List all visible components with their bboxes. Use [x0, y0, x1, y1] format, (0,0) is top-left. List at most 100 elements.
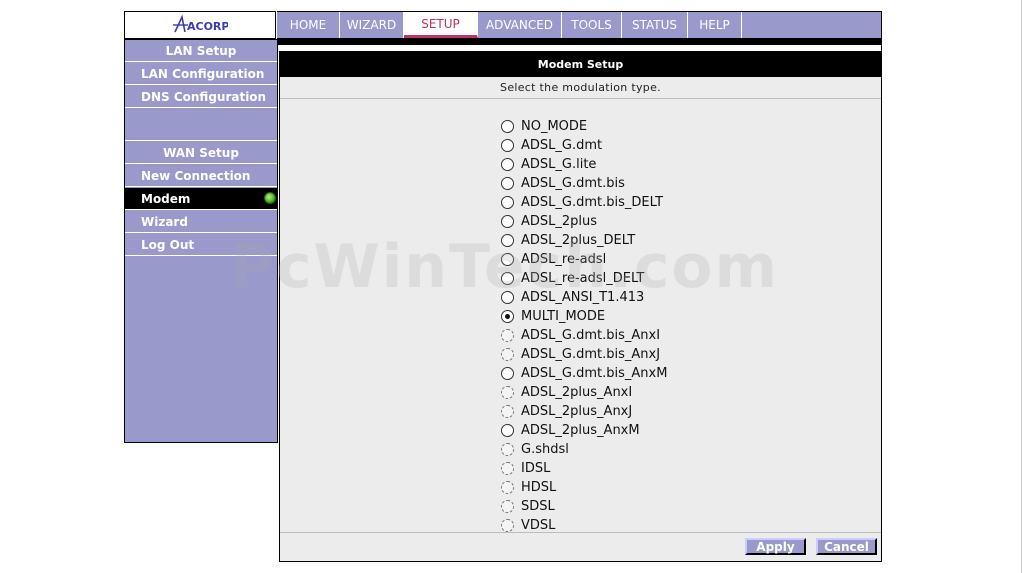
- modulation-options: NO_MODE ADSL_G.dmt ADSL_G.lite ADSL_G.dmt.b…: [501, 117, 667, 535]
- modulation-option[interactable]: ADSL_G.dmt.bis_AnxM: [501, 364, 667, 383]
- option-label: HDSL: [521, 480, 557, 495]
- option-label: ADSL_G.dmt.bis_AnxM: [521, 366, 668, 381]
- radio-button: [501, 500, 514, 513]
- modulation-option: ADSL_2plus_AnxJ: [501, 402, 667, 421]
- option-label: ADSL_2plus: [521, 214, 598, 229]
- sidebar-item-dns-configuration[interactable]: DNS Configuration: [125, 86, 277, 108]
- radio-button: [501, 519, 514, 532]
- modulation-option[interactable]: ADSL_2plus: [501, 212, 667, 231]
- modulation-option[interactable]: MULTI_MODE: [501, 307, 667, 326]
- radio-button[interactable]: [501, 139, 514, 152]
- modulation-option: ADSL_G.dmt.bis_AnxJ: [501, 345, 667, 364]
- radio-button[interactable]: [501, 177, 514, 190]
- radio-button[interactable]: [501, 234, 514, 247]
- radio-button: [501, 348, 514, 361]
- radio-button[interactable]: [501, 424, 514, 437]
- sidebar-item-lan-configuration[interactable]: LAN Configuration: [125, 63, 277, 85]
- tab-help[interactable]: HELP: [688, 12, 742, 38]
- tab-label: HOME: [289, 18, 327, 32]
- option-label: ADSL_re-adsl: [521, 252, 607, 267]
- sidebar: LAN Setup LAN Configuration DNS Configur…: [124, 39, 278, 443]
- modem-setup-panel: Modem Setup Select the modulation type. …: [279, 51, 882, 562]
- radio-button: [501, 462, 514, 475]
- modulation-option[interactable]: ADSL_G.dmt.bis: [501, 174, 667, 193]
- tab-status[interactable]: STATUS: [622, 12, 688, 38]
- modulation-option[interactable]: ADSL_ANSI_T1.413: [501, 288, 667, 307]
- option-label: ADSL_G.dmt.bis_DELT: [521, 195, 664, 210]
- tab-label: ADVANCED: [485, 18, 554, 32]
- option-label: ADSL_re-adsl_DELT: [521, 271, 645, 286]
- cancel-button[interactable]: Cancel: [816, 538, 877, 555]
- sidebar-header-lan-setup: LAN Setup: [125, 40, 277, 62]
- radio-button[interactable]: [501, 120, 514, 133]
- modulation-option: HDSL: [501, 478, 667, 497]
- modulation-option[interactable]: ADSL_G.dmt: [501, 136, 667, 155]
- option-label: SDSL: [521, 499, 555, 514]
- radio-button[interactable]: [501, 310, 514, 323]
- router-admin-frame: ACORP HOME WIZARD SETUP ADVANCED TOOLS STATUS…: [124, 11, 882, 562]
- footer-divider: [280, 532, 881, 533]
- tab-label: SETUP: [421, 16, 460, 31]
- option-label: ADSL_ANSI_T1.413: [521, 290, 645, 305]
- option-label: IDSL: [521, 461, 551, 476]
- option-label: ADSL_2plus_AnxM: [521, 423, 640, 438]
- sidebar-header-wan-setup: WAN Setup: [125, 142, 277, 164]
- modulation-option[interactable]: ADSL_G.lite: [501, 155, 667, 174]
- top-navigation: HOME WIZARD SETUP ADVANCED TOOLS STATUS HELP: [277, 11, 882, 39]
- option-label: ADSL_2plus_DELT: [521, 233, 636, 248]
- radio-button: [501, 481, 514, 494]
- option-label: ADSL_G.dmt: [521, 138, 603, 153]
- page-subtitle: Select the modulation type.: [280, 77, 881, 99]
- option-label: ADSL_G.dmt.bis_AnxJ: [521, 347, 661, 362]
- modulation-option: IDSL: [501, 459, 667, 478]
- radio-button[interactable]: [501, 272, 514, 285]
- modulation-option: ADSL_G.dmt.bis_AnxI: [501, 326, 667, 345]
- apply-button[interactable]: Apply: [745, 538, 806, 555]
- tab-label: STATUS: [631, 18, 678, 32]
- sidebar-item-log-out[interactable]: Log Out: [125, 234, 277, 256]
- radio-button[interactable]: [501, 291, 514, 304]
- tab-home[interactable]: HOME: [277, 12, 340, 38]
- tab-tools[interactable]: TOOLS: [562, 12, 622, 38]
- option-label: ADSL_G.dmt.bis: [521, 176, 625, 191]
- logo-text: ACORP: [187, 20, 228, 33]
- radio-button: [501, 443, 514, 456]
- active-indicator-icon: [265, 193, 275, 203]
- radio-button: [501, 405, 514, 418]
- sidebar-item-modem-label: Modem: [141, 191, 191, 206]
- sidebar-item-wizard[interactable]: Wizard: [125, 211, 277, 233]
- modulation-option[interactable]: ADSL_re-adsl_DELT: [501, 269, 667, 288]
- tab-advanced[interactable]: ADVANCED: [478, 12, 562, 38]
- radio-button[interactable]: [501, 158, 514, 171]
- option-label: ADSL_G.lite: [521, 157, 597, 172]
- option-label: ADSL_G.dmt.bis_AnxI: [521, 328, 661, 343]
- modulation-option: ADSL_2plus_AnxI: [501, 383, 667, 402]
- modulation-option[interactable]: ADSL_re-adsl: [501, 250, 667, 269]
- option-label: MULTI_MODE: [521, 309, 606, 324]
- sidebar-item-new-connection[interactable]: New Connection: [125, 165, 277, 187]
- modulation-option[interactable]: ADSL_2plus_DELT: [501, 231, 667, 250]
- page-title: Modem Setup: [280, 52, 881, 77]
- radio-button[interactable]: [501, 367, 514, 380]
- option-label: VDSL: [521, 518, 556, 533]
- tab-label: WIZARD: [346, 18, 397, 32]
- option-label: ADSL_2plus_AnxI: [521, 385, 633, 400]
- modulation-option: G.shdsl: [501, 440, 667, 459]
- modulation-option[interactable]: ADSL_G.dmt.bis_DELT: [501, 193, 667, 212]
- tab-wizard[interactable]: WIZARD: [340, 12, 404, 38]
- modulation-option: SDSL: [501, 497, 667, 516]
- sidebar-spacer: [125, 109, 277, 141]
- option-label: NO_MODE: [521, 119, 588, 134]
- modulation-option[interactable]: ADSL_2plus_AnxM: [501, 421, 667, 440]
- tab-label: HELP: [699, 18, 730, 32]
- modulation-option[interactable]: NO_MODE: [501, 117, 667, 136]
- radio-button[interactable]: [501, 215, 514, 228]
- sidebar-item-modem[interactable]: Modem: [125, 188, 277, 210]
- radio-button: [501, 386, 514, 399]
- tab-label: TOOLS: [571, 18, 612, 32]
- acorp-logo-icon: ACORP: [173, 14, 228, 33]
- radio-button: [501, 329, 514, 342]
- radio-button[interactable]: [501, 253, 514, 266]
- radio-button[interactable]: [501, 196, 514, 209]
- tab-setup[interactable]: SETUP: [404, 12, 478, 38]
